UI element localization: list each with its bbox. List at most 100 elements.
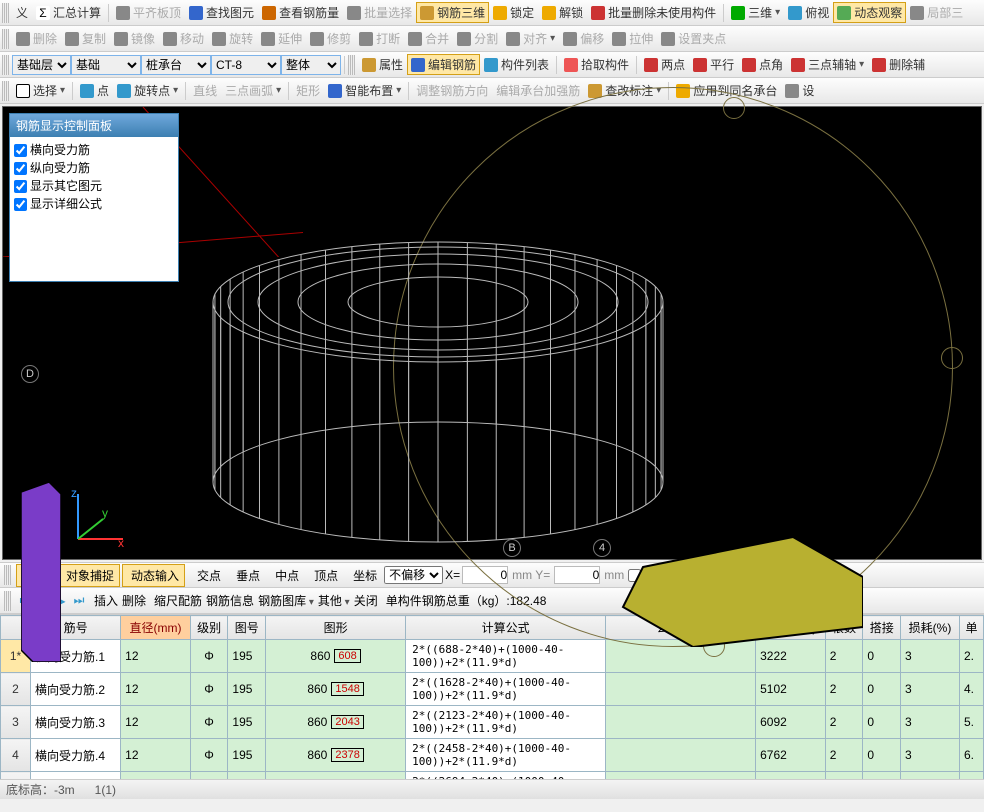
btn-point[interactable]: 点 [76,80,113,101]
smart-icon [328,84,342,98]
viewport-3d[interactable]: z x y D B 4 钢筋显示控制面板 横向受力筋 纵向受力筋 显示其它图元 … [2,106,982,560]
svg-text:y: y [102,506,108,520]
trim-icon [310,32,324,46]
btn-mirror: 镜像 [110,28,159,49]
table-row[interactable]: 4 横向受力筋.4 12 Φ 195 8602378 2*((2458-2*40… [1,739,984,772]
btn-grip: 设置夹点 [657,28,730,49]
btn-find[interactable]: 查找图元 [185,2,258,23]
cube-icon [420,6,434,20]
table-row[interactable]: 3 横向受力筋.3 12 Φ 195 8602043 2*((2123-2*40… [1,706,984,739]
extend-icon [261,32,275,46]
persp-icon [788,6,802,20]
btn-info[interactable]: 钢筋信息 [206,592,254,609]
select-whole[interactable]: 整体 [281,55,341,75]
grip[interactable] [4,565,11,585]
axis-label-4: 4 [593,539,611,557]
rotpoint-icon [117,84,131,98]
list-icon [484,58,498,72]
btn-close[interactable]: 关闭 [354,592,378,609]
panel-title[interactable]: 钢筋显示控制面板 [10,114,178,137]
btn-persp[interactable]: 俯视 [784,2,833,23]
attr-icon [362,58,376,72]
table-row[interactable]: 5 横向受力筋.5 12 Φ 195 8602614 2*((2694-2*40… [1,772,984,780]
select-ct[interactable]: CT-8 [211,55,281,75]
th-grade[interactable]: 级别 [190,616,228,640]
select-layer[interactable]: 基础层 [12,55,71,75]
panel-body: 横向受力筋 纵向受力筋 显示其它图元 显示详细公式 [10,137,178,281]
btn-osnap[interactable]: 对象捕捉 [57,564,120,587]
grip[interactable] [2,3,9,23]
del-icon [16,32,30,46]
table-row[interactable]: 2 横向受力筋.2 12 Φ 195 8601548 2*((1628-2*40… [1,673,984,706]
th-shape[interactable]: 图形 [266,616,406,640]
grip[interactable] [2,81,9,101]
lock-icon [493,6,507,20]
select-cat[interactable]: 基础 [71,55,141,75]
btn-rebar-qty[interactable]: 查看钢筋量 [258,2,343,23]
grip[interactable] [4,591,11,611]
grip-icon [661,32,675,46]
toolbar-main: 义 Σ汇总计算 平齐板顶 查找图元 查看钢筋量 批量选择 钢筋三维 锁定 解锁 … [0,0,984,26]
btn-set[interactable]: 设 [781,80,818,101]
break-icon [359,32,373,46]
btn-dyninput[interactable]: 动态输入 [122,564,185,587]
th-loss[interactable]: 损耗(%) [901,616,960,640]
chk-vertical[interactable]: 纵向受力筋 [14,159,174,177]
btn-offset: 偏移 [559,28,608,49]
btn-editcap: 编辑承台加强筋 [492,80,584,101]
orbit-handle-top[interactable] [723,97,745,119]
status-elev: 底标高：-3m [6,781,75,798]
btn-ptangle[interactable]: 点角 [738,54,787,75]
btn-other[interactable]: 其他 [318,592,350,609]
btn-threearc: 三点画弧 [221,80,285,101]
btn-smart[interactable]: 智能布置 [324,80,405,101]
btn-select[interactable]: 选择 [12,80,69,101]
btn-threeaxis[interactable]: 三点辅轴 [787,54,868,75]
grip[interactable] [2,29,9,49]
ptangle-icon [742,58,756,72]
chk-formula[interactable]: 显示详细公式 [14,195,174,213]
th-single[interactable]: 单 [959,616,983,640]
btn-sum[interactable]: Σ汇总计算 [32,2,105,23]
grip[interactable] [348,55,355,75]
btn-align: 对齐 [502,28,559,49]
axis-label-b: B [503,539,521,557]
th-lap[interactable]: 搭接 [863,616,901,640]
btn-yi[interactable]: 义 [12,2,32,23]
chk-other[interactable]: 显示其它图元 [14,177,174,195]
btn-3d-rebar[interactable]: 钢筋三维 [416,2,489,23]
svg-text:z: z [71,489,77,500]
th-draw[interactable]: 图号 [228,616,266,640]
threeaxis-icon [791,58,805,72]
select-cap[interactable]: 桩承台 [141,55,211,75]
btn-edit-rebar[interactable]: 编辑钢筋 [407,54,480,75]
find-icon [189,6,203,20]
nav-last[interactable]: ⏭ [72,594,86,608]
btn-delaxis[interactable]: 删除辅 [868,54,929,75]
stretch-icon [612,32,626,46]
point-icon [80,84,94,98]
btn-dyn-view[interactable]: 动态观察 [833,2,906,23]
btn-copy: 复制 [61,28,110,49]
btn-unlock[interactable]: 解锁 [538,2,587,23]
btn-twopoint[interactable]: 两点 [640,54,689,75]
th-diam[interactable]: 直径(mm) [121,616,191,640]
btn-scale[interactable]: 缩尺配筋 [154,592,202,609]
edit-rebar-icon [411,58,425,72]
chk-horizontal[interactable]: 横向受力筋 [14,141,174,159]
btn-pick[interactable]: 拾取构件 [560,54,633,75]
toolbar-layer: 基础层 基础 桩承台 CT-8 整体 属性 编辑钢筋 构件列表 拾取构件 两点 … [0,52,984,78]
btn-parallel[interactable]: 平行 [689,54,738,75]
btn-lib[interactable]: 钢筋图库 [258,592,314,609]
btn-lock[interactable]: 锁定 [489,2,538,23]
btn-rotpoint[interactable]: 旋转点 [113,80,182,101]
btn-move: 移动 [159,28,208,49]
btn-list[interactable]: 构件列表 [480,54,553,75]
btn-batch-del[interactable]: 批量删除未使用构件 [587,2,720,23]
btn-attr[interactable]: 属性 [358,54,407,75]
orbit-handle-right[interactable] [941,347,963,369]
btn-flat: 平齐板顶 [112,2,185,23]
copy-icon [65,32,79,46]
btn-view3d[interactable]: 三维 [727,2,784,23]
grip[interactable] [2,55,9,75]
